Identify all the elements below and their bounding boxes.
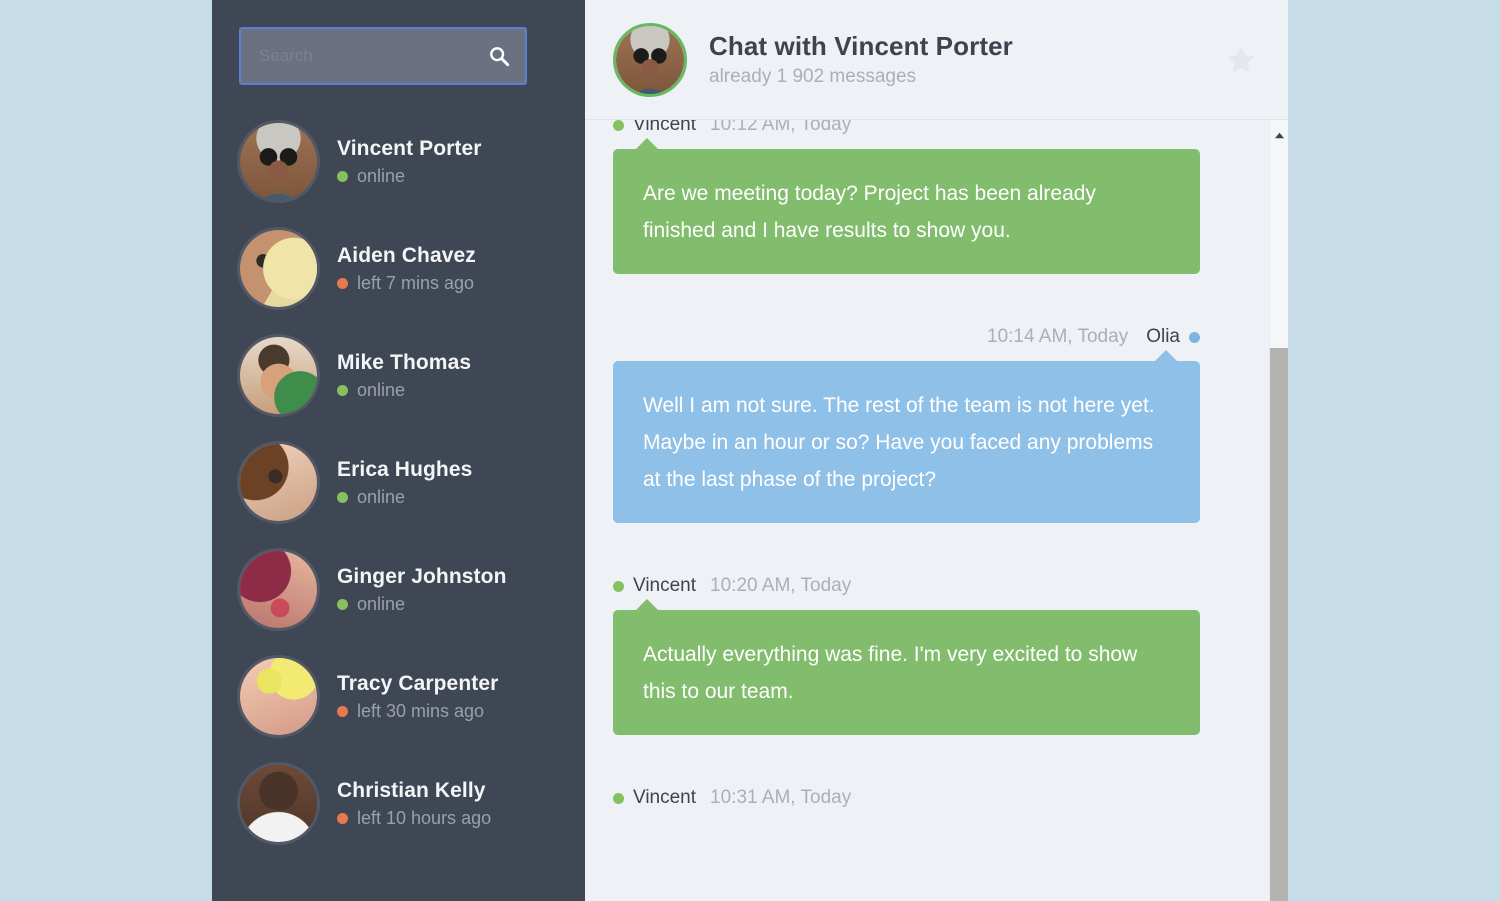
message-scrollbar[interactable] [1269, 120, 1288, 901]
contact-list-item[interactable]: Christian Kelly left 10 hours ago [212, 750, 585, 857]
status-dot-online [613, 580, 624, 592]
message-item: Vincent 10:31 AM, Today [613, 787, 1200, 809]
avatar [240, 658, 317, 735]
message-text: Are we meeting today? Project has been a… [643, 182, 1096, 242]
message-meta: Vincent 10:12 AM, Today [613, 120, 1200, 136]
message-count: already 1 902 messages [709, 66, 917, 87]
status-dot-away [337, 278, 348, 290]
avatar [240, 444, 317, 521]
status-dot-online [613, 792, 624, 804]
contact-list-item[interactable]: Ginger Johnston online [212, 536, 585, 643]
contact-info: Ginger Johnston online [337, 564, 507, 615]
contact-status: online [337, 594, 507, 615]
message-bubble[interactable]: Are we meeting today? Project has been a… [613, 138, 1200, 274]
chat-application: Vincent Porter online Aiden Chavez left … [212, 0, 1288, 901]
contact-info: Christian Kelly left 10 hours ago [337, 778, 491, 829]
contact-list-item[interactable]: Aiden Chavez left 7 mins ago [212, 215, 585, 322]
contact-name: Erica Hughes [337, 457, 473, 481]
contact-status-label: online [357, 487, 406, 508]
message-time: 10:12 AM, Today [710, 120, 852, 135]
contact-status-label: left 10 hours ago [357, 808, 492, 829]
contact-status: online [337, 166, 482, 187]
message-author: Vincent [633, 787, 697, 808]
search-field-wrapper [239, 27, 527, 85]
status-dot-away [337, 706, 348, 718]
contact-status: left 7 mins ago [337, 273, 476, 294]
status-dot-online [337, 599, 348, 611]
contact-status-label: online [357, 380, 406, 401]
contact-list: Vincent Porter online Aiden Chavez left … [212, 108, 585, 857]
avatar [240, 765, 317, 842]
message-text: Well I am not sure. The rest of the team… [643, 394, 1155, 491]
contact-status-label: online [357, 594, 406, 615]
message-item: 10:14 AM, Today Olia Well I am not sure.… [613, 326, 1200, 523]
contact-info: Erica Hughes online [337, 457, 472, 508]
message-author: Olia [1146, 326, 1180, 347]
contacts-sidebar: Vincent Porter online Aiden Chavez left … [212, 0, 585, 901]
message-meta: Vincent 10:20 AM, Today [613, 575, 1200, 597]
avatar [240, 337, 317, 414]
status-dot-online [337, 171, 348, 183]
avatar [613, 22, 687, 97]
contact-name: Tracy Carpenter [337, 671, 499, 695]
message-time: 10:14 AM, Today [987, 326, 1129, 347]
contact-list-item[interactable]: Tracy Carpenter left 30 mins ago [212, 643, 585, 750]
search-input[interactable] [239, 27, 527, 85]
contact-status: left 30 mins ago [337, 701, 498, 722]
contact-list-item[interactable]: Erica Hughes online [212, 429, 585, 536]
contact-status-label: left 7 mins ago [357, 273, 475, 294]
message-item: Vincent 10:20 AM, Today Actually everyth… [613, 575, 1200, 735]
contact-status: online [337, 380, 471, 401]
chat-panel: Chat with Vincent Porter already 1 902 m… [585, 0, 1288, 901]
contact-status-label: online [357, 166, 406, 187]
contact-status: online [337, 487, 472, 508]
contact-info: Mike Thomas online [337, 350, 471, 401]
avatar [240, 551, 317, 628]
message-bubble[interactable]: Actually everything was fine. I'm very e… [613, 599, 1200, 735]
bubble-tail [635, 138, 659, 150]
message-time: 10:20 AM, Today [710, 575, 852, 596]
status-dot-online [337, 385, 348, 397]
star-icon[interactable] [1224, 43, 1258, 77]
contact-name: Mike Thomas [337, 350, 472, 374]
bubble-tail [635, 599, 659, 611]
page-title: Chat with Vincent Porter [709, 31, 1013, 61]
search-icon[interactable] [488, 45, 510, 67]
message-author: Vincent [633, 575, 697, 596]
chevron-up-icon [1274, 132, 1285, 139]
message-list: Vincent 10:12 AM, Today Are we meeting t… [585, 120, 1288, 901]
scrollbar-thumb[interactable] [1270, 348, 1288, 901]
contact-status: left 10 hours ago [337, 808, 491, 829]
contact-name: Christian Kelly [337, 778, 486, 802]
message-time: 10:31 AM, Today [710, 787, 852, 808]
message-meta: 10:14 AM, Today Olia [987, 326, 1200, 348]
contact-list-item[interactable]: Vincent Porter online [212, 108, 585, 215]
message-meta: Vincent 10:31 AM, Today [613, 787, 1200, 809]
scroll-up-button[interactable] [1270, 126, 1288, 145]
message-bubble[interactable]: Well I am not sure. The rest of the team… [613, 350, 1200, 523]
contact-info: Tracy Carpenter left 30 mins ago [337, 671, 498, 722]
status-dot-away [337, 813, 348, 825]
contact-name: Ginger Johnston [337, 564, 507, 588]
avatar [240, 230, 317, 307]
status-dot-self [1189, 331, 1200, 343]
chat-header: Chat with Vincent Porter already 1 902 m… [585, 0, 1288, 120]
message-item: Vincent 10:12 AM, Today Are we meeting t… [613, 120, 1200, 274]
status-dot-online [613, 120, 624, 131]
contact-info: Aiden Chavez left 7 mins ago [337, 243, 476, 294]
contact-status-label: left 30 mins ago [357, 701, 485, 722]
chat-header-text: Chat with Vincent Porter already 1 902 m… [709, 31, 1013, 88]
message-author: Vincent [633, 120, 697, 135]
contact-name: Aiden Chavez [337, 243, 476, 267]
message-text: Actually everything was fine. I'm very e… [643, 643, 1138, 703]
contact-list-item[interactable]: Mike Thomas online [212, 322, 585, 429]
status-dot-online [337, 492, 348, 504]
bubble-tail [1154, 350, 1178, 362]
contact-info: Vincent Porter online [337, 136, 482, 187]
avatar [240, 123, 317, 200]
contact-name: Vincent Porter [337, 136, 482, 160]
